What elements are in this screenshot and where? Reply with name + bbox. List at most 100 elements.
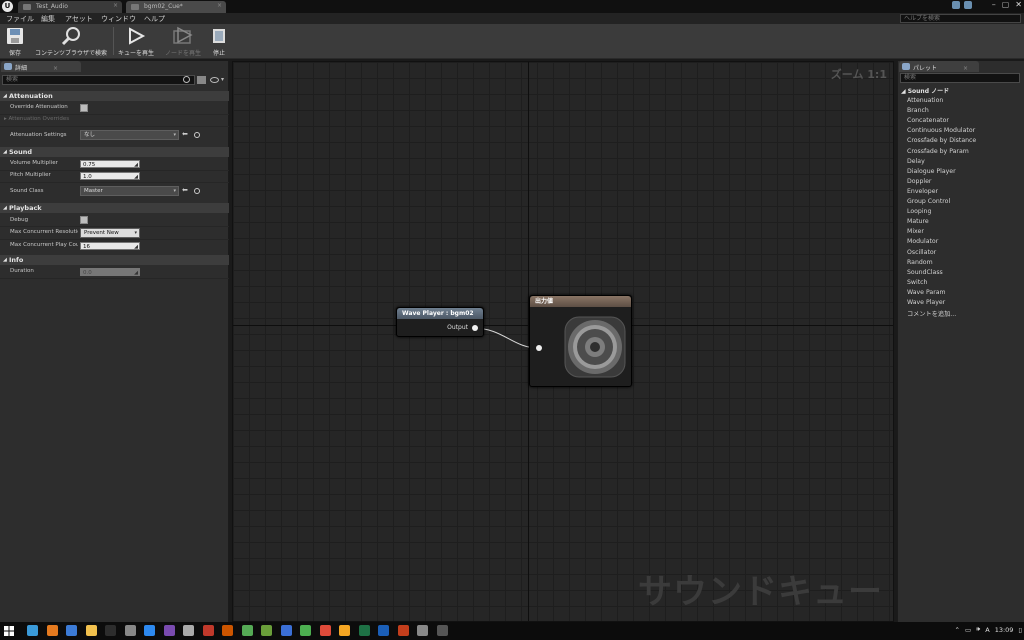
taskbar-app-icon[interactable]	[339, 625, 350, 636]
chevron-down-icon[interactable]: ▾	[221, 76, 224, 83]
tray-arrow-icon[interactable]: ⌃	[955, 626, 960, 634]
close-window-icon[interactable]: ✕	[1015, 0, 1022, 12]
max-concurrent-play-count-input[interactable]: 16 ◢	[80, 242, 140, 250]
stop-button[interactable]: 停止	[208, 26, 230, 57]
taskbar-app-icon[interactable]	[183, 625, 194, 636]
windows-start-icon[interactable]	[4, 626, 14, 636]
taskbar-app-icon[interactable]	[144, 625, 155, 636]
save-button[interactable]: 保存	[4, 26, 26, 57]
palette-item[interactable]: Group Control	[907, 198, 950, 205]
find-in-content-browser-button[interactable]: コンテンツブラウザで検索	[32, 26, 110, 57]
taskbar-app-icon[interactable]	[163, 625, 175, 636]
spinner-icon[interactable]: ◢	[134, 161, 138, 169]
browse-search-icon[interactable]	[194, 188, 200, 194]
input-pin[interactable]	[536, 345, 542, 351]
attenuation-settings-dropdown[interactable]: なし ▾	[80, 130, 179, 140]
palette-item[interactable]: Continuous Modulator	[907, 127, 975, 134]
palette-item[interactable]: Switch	[907, 279, 927, 286]
use-selected-arrow-icon[interactable]: ⬅	[182, 130, 188, 138]
palette-item[interactable]: Concatenator	[907, 117, 949, 124]
pitch-multiplier-input[interactable]: 1.0 ◢	[80, 172, 140, 180]
taskbar-app-icon[interactable]	[27, 625, 38, 636]
sound-nodes-category[interactable]: ◢ Sound ノード	[901, 86, 949, 95]
taskbar-app-icon[interactable]	[417, 625, 428, 636]
menu-asset[interactable]: アセット	[65, 14, 93, 24]
palette-search-input[interactable]: 検索	[900, 73, 1020, 83]
palette-item[interactable]: Branch	[907, 107, 929, 114]
taskbar-app-icon[interactable]	[46, 625, 58, 636]
taskbar-app-icon[interactable]	[124, 625, 136, 636]
menu-window[interactable]: ウィンドウ	[101, 14, 136, 24]
volume-multiplier-input[interactable]: 0.75 ◢	[80, 160, 140, 168]
notifications-icon[interactable]: ▯	[1018, 626, 1022, 634]
taskbar-app-icon[interactable]	[436, 625, 448, 636]
taskbar-app-icon[interactable]	[397, 625, 409, 636]
output-pin[interactable]	[472, 325, 478, 331]
info-category[interactable]: ◢ Info	[0, 255, 229, 265]
palette-item[interactable]: Wave Param	[907, 289, 946, 296]
close-tab-icon[interactable]: ×	[963, 65, 968, 72]
property-matrix-icon[interactable]	[197, 76, 206, 84]
palette-item[interactable]: コメントを追加...	[907, 309, 956, 318]
sound-category[interactable]: ◢ Sound	[0, 147, 229, 157]
clock[interactable]: 13:09	[995, 626, 1014, 634]
taskbar-app-icon[interactable]	[378, 625, 389, 636]
palette-item[interactable]: Doppler	[907, 178, 931, 185]
taskbar-app-icon[interactable]	[105, 625, 116, 636]
network-icon[interactable]: ▭	[965, 626, 971, 634]
palette-item[interactable]: Mature	[907, 218, 929, 225]
close-tab-icon[interactable]: ×	[53, 65, 58, 72]
max-concurrent-resolution-dropdown[interactable]: Prevent New ▾	[80, 228, 140, 238]
palette-item[interactable]: Modulator	[907, 238, 938, 245]
attenuation-category[interactable]: ◢ Attenuation	[0, 91, 229, 101]
maximize-icon[interactable]: ▢	[1002, 0, 1010, 12]
palette-item[interactable]: Crossfade by Param	[907, 148, 969, 155]
palette-item[interactable]: Random	[907, 259, 933, 266]
sound-class-dropdown[interactable]: Master ▾	[80, 186, 179, 196]
tab-bgm02-cue[interactable]: bgm02_Cue* ×	[126, 1, 226, 13]
debug-checkbox[interactable]	[80, 216, 88, 224]
palette-item[interactable]: Wave Player	[907, 299, 945, 306]
browse-search-icon[interactable]	[194, 132, 200, 138]
palette-item[interactable]: Looping	[907, 208, 931, 215]
ime-icon[interactable]: A	[985, 626, 989, 634]
close-tab-icon[interactable]: ×	[113, 2, 118, 9]
taskbar-app-icon[interactable]	[241, 625, 253, 636]
use-selected-arrow-icon[interactable]: ⬅	[182, 186, 188, 194]
palette-item[interactable]: Delay	[907, 158, 925, 165]
eye-icon[interactable]	[210, 77, 219, 83]
close-tab-icon[interactable]: ×	[217, 2, 222, 9]
taskbar-app-icon[interactable]	[85, 625, 97, 636]
minimize-icon[interactable]: –	[992, 0, 996, 12]
taskbar-app-icon[interactable]	[222, 625, 233, 636]
menu-file[interactable]: ファイル	[6, 14, 34, 24]
taskbar-app-icon[interactable]	[261, 625, 272, 636]
palette-item[interactable]: Crossfade by Distance	[907, 137, 976, 144]
palette-item[interactable]: Dialogue Player	[907, 168, 956, 175]
taskbar-app-icon[interactable]	[300, 625, 311, 636]
chat-icon[interactable]	[952, 1, 960, 9]
palette-item[interactable]: Attenuation	[907, 97, 943, 104]
play-cue-button[interactable]: キューを再生	[116, 26, 156, 57]
wave-player-node[interactable]: Wave Player : bgm02 Output	[396, 307, 484, 337]
playback-category[interactable]: ◢ Playback	[0, 203, 229, 213]
palette-item[interactable]: Mixer	[907, 228, 924, 235]
help-search-input[interactable]: ヘルプを検索	[900, 14, 1021, 23]
output-node[interactable]: 出力値	[529, 295, 632, 387]
details-search-input[interactable]: 検索	[2, 75, 195, 85]
taskbar-app-icon[interactable]	[358, 625, 370, 636]
play-node-button[interactable]: ノードを再生	[162, 26, 204, 57]
palette-item[interactable]: Oscillator	[907, 249, 936, 256]
user-icon[interactable]	[964, 1, 972, 9]
spinner-icon[interactable]: ◢	[134, 173, 138, 181]
taskbar-app-icon[interactable]	[280, 625, 292, 636]
override-attenuation-checkbox[interactable]	[80, 104, 88, 112]
menu-help[interactable]: ヘルプ	[144, 14, 165, 24]
taskbar-app-icon[interactable]	[319, 625, 331, 636]
spinner-icon[interactable]: ◢	[134, 243, 138, 251]
volume-icon[interactable]: 🕪	[976, 625, 980, 634]
details-tab[interactable]: 詳細 ×	[1, 61, 81, 72]
menu-edit[interactable]: 編集	[41, 14, 55, 24]
sound-cue-graph[interactable]: ズーム 1:1 サウンドキュー Wave Player : bgm02 Outp…	[232, 61, 894, 622]
palette-tab[interactable]: パレット ×	[899, 61, 979, 72]
